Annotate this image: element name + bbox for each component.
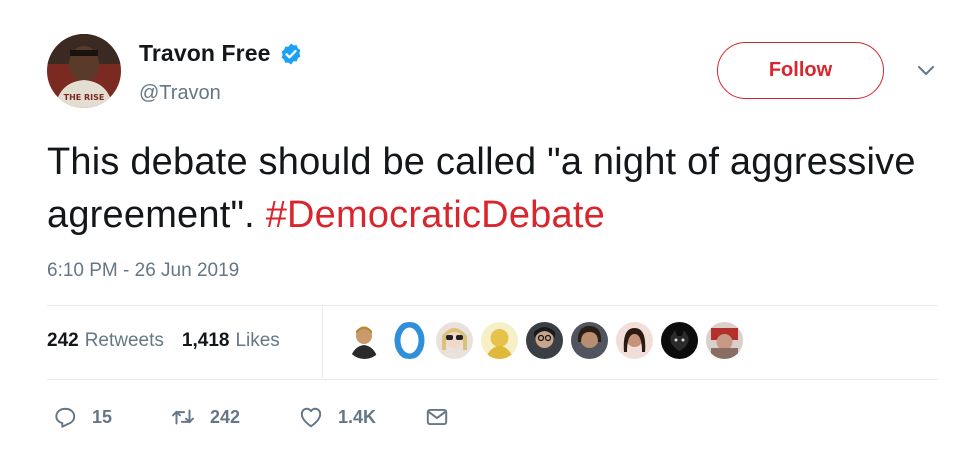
- hashtag-link[interactable]: #DemocraticDebate: [266, 194, 605, 236]
- stats-vertical-divider: [322, 307, 323, 378]
- like-action[interactable]: 1.4K: [298, 404, 424, 430]
- author-name-row[interactable]: Travon Free: [139, 40, 303, 67]
- author-display-name[interactable]: Travon Free: [139, 40, 271, 67]
- follow-button[interactable]: Follow: [717, 42, 884, 99]
- likes-label: Likes: [235, 330, 280, 351]
- divider-top: [47, 305, 938, 306]
- liker-avatar-9[interactable]: [706, 322, 743, 359]
- retweets-label: Retweets: [84, 330, 164, 351]
- retweets-count: 242: [47, 330, 79, 351]
- liker-avatar-3[interactable]: [436, 322, 473, 359]
- liker-avatars: [346, 322, 743, 359]
- message-action[interactable]: [424, 404, 450, 430]
- avatar-shirt-text: THE RISE: [64, 93, 105, 102]
- reply-icon[interactable]: [52, 404, 78, 430]
- retweet-icon[interactable]: [170, 404, 196, 430]
- liker-avatar-6[interactable]: [571, 322, 608, 359]
- liker-avatar-4[interactable]: [481, 322, 518, 359]
- liker-avatar-1[interactable]: [346, 322, 383, 359]
- liker-avatar-8[interactable]: [661, 322, 698, 359]
- likes-count: 1,418: [181, 330, 230, 351]
- chevron-down-icon[interactable]: [916, 64, 936, 78]
- envelope-icon[interactable]: [424, 404, 450, 430]
- likes-stat[interactable]: 1,418 Likes: [182, 330, 280, 352]
- liker-avatar-7[interactable]: [616, 322, 653, 359]
- tweet-text: This debate should be called "a night of…: [47, 136, 927, 242]
- verified-badge-icon: [279, 42, 303, 66]
- heart-icon[interactable]: [298, 404, 324, 430]
- liker-avatar-2[interactable]: [391, 322, 428, 359]
- reply-count: 15: [92, 406, 113, 427]
- like-count: 1.4K: [338, 406, 377, 427]
- retweet-action[interactable]: 242: [170, 404, 298, 430]
- engagement-stats: 242 Retweets 1,418 Likes: [47, 330, 280, 352]
- action-bar: 15 242 1.4K: [52, 404, 450, 430]
- author-handle[interactable]: @Travon: [139, 82, 221, 105]
- retweets-stat[interactable]: 242 Retweets: [47, 330, 164, 352]
- divider-bottom: [47, 379, 938, 380]
- reply-action[interactable]: 15: [52, 404, 170, 430]
- retweet-count: 242: [210, 406, 241, 427]
- author-avatar[interactable]: THE RISE: [47, 34, 121, 108]
- tweet-timestamp[interactable]: 6:10 PM - 26 Jun 2019: [47, 260, 239, 282]
- liker-avatar-5[interactable]: [526, 322, 563, 359]
